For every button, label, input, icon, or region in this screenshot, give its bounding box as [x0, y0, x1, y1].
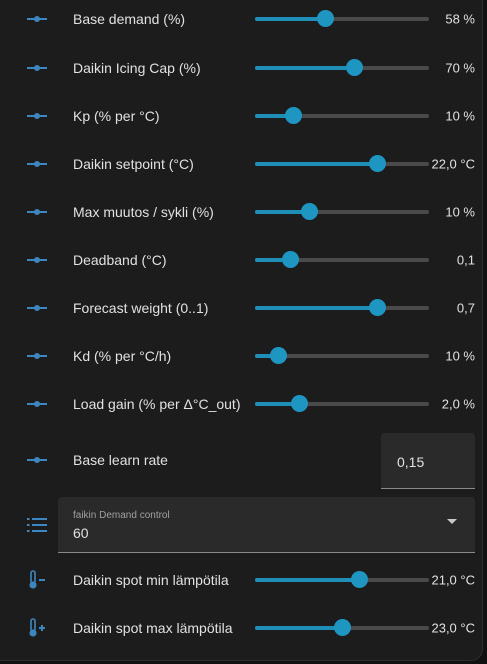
slider-value: 0,1: [456, 252, 475, 268]
daikin-icing-cap-slider[interactable]: [255, 58, 429, 78]
forecast-weight-slider[interactable]: [255, 298, 429, 318]
slider-label: Daikin spot max lämpötila: [73, 620, 233, 636]
slider-icon: [27, 113, 47, 119]
demand-control-label: faikin Demand control: [73, 510, 170, 521]
slider-thumb[interactable]: [316, 10, 334, 27]
slider-label: Deadband (°C): [73, 252, 167, 268]
slider-thumb[interactable]: [334, 619, 351, 636]
demand-control-select[interactable]: faikin Demand control 60: [58, 497, 475, 553]
slider-icon: [27, 353, 47, 359]
slider-thumb[interactable]: [285, 107, 303, 124]
base-demand-slider[interactable]: [255, 9, 429, 29]
max-muutos-slider[interactable]: [255, 202, 429, 222]
row-kp: Kp (% per °C) 10 %: [0, 92, 482, 140]
slider-thumb[interactable]: [300, 203, 318, 220]
base-learn-rate-input[interactable]: 0,15: [381, 433, 475, 489]
dropdown-arrow-icon: [447, 519, 457, 524]
slider-thumb[interactable]: [368, 155, 386, 172]
slider-icon: [27, 16, 47, 22]
base-learn-rate-label: Base learn rate: [73, 452, 168, 468]
slider-thumb[interactable]: [269, 347, 287, 364]
slider-label: Daikin spot min lämpötila: [73, 572, 229, 588]
format-list-icon: [27, 518, 47, 532]
slider-icon: [27, 457, 47, 463]
slider-label: Load gain (% per Δ°C_out): [73, 396, 241, 412]
slider-value: 22,0 °C: [431, 156, 475, 172]
slider-label: Forecast weight (0..1): [73, 300, 209, 316]
slider-value: 21,0 °C: [431, 572, 475, 588]
thermometer-plus-icon: [29, 618, 45, 637]
row-daikin-icing-cap: Daikin Icing Cap (%) 70 %: [0, 44, 482, 92]
row-load-gain: Load gain (% per Δ°C_out) 2,0 %: [0, 380, 482, 428]
slider-thumb[interactable]: [281, 251, 299, 268]
load-gain-slider[interactable]: [255, 394, 429, 414]
slider-label: Daikin setpoint (°C): [73, 156, 194, 172]
row-kd: Kd (% per °C/h) 10 %: [0, 332, 482, 380]
row-daikin-setpoint: Daikin setpoint (°C) 22,0 °C: [0, 140, 482, 188]
slider-icon: [27, 65, 47, 71]
slider-icon: [27, 161, 47, 167]
slider-thumb[interactable]: [290, 395, 308, 412]
slider-value: 10 %: [445, 108, 475, 124]
slider-icon: [27, 401, 47, 407]
daikin-setpoint-slider[interactable]: [255, 154, 429, 174]
slider-thumb[interactable]: [346, 59, 364, 76]
slider-label: Daikin Icing Cap (%): [73, 60, 201, 76]
thermometer-minus-icon: [29, 570, 45, 589]
slider-value: 2,0 %: [441, 396, 475, 412]
entities-card: Base demand (%) 58 % Daikin Icing Cap (%…: [0, 0, 483, 661]
row-spot-max: Daikin spot max lämpötila 23,0 °C: [0, 604, 482, 652]
slider-label: Max muutos / sykli (%): [73, 204, 214, 220]
slider-value: 10 %: [445, 204, 475, 220]
spot-max-slider[interactable]: [255, 618, 429, 638]
row-spot-min: Daikin spot min lämpötila 21,0 °C: [0, 556, 482, 604]
slider-icon: [27, 209, 47, 215]
demand-control-value: 60: [73, 525, 89, 541]
kp-slider[interactable]: [255, 106, 429, 126]
slider-thumb[interactable]: [351, 571, 369, 588]
slider-icon: [27, 257, 47, 263]
kd-slider[interactable]: [255, 346, 429, 366]
slider-label: Kp (% per °C): [73, 108, 160, 124]
row-base-demand: Base demand (%) 58 %: [0, 0, 482, 43]
row-deadband: Deadband (°C) 0,1: [0, 236, 482, 284]
spot-min-slider[interactable]: [255, 570, 429, 590]
slider-value: 70 %: [445, 60, 475, 76]
slider-value: 10 %: [445, 348, 475, 364]
slider-label: Kd (% per °C/h): [73, 348, 172, 364]
slider-thumb[interactable]: [368, 299, 386, 316]
deadband-slider[interactable]: [255, 250, 429, 270]
slider-icon: [27, 305, 47, 311]
slider-value: 23,0 °C: [431, 620, 475, 636]
row-max-muutos: Max muutos / sykli (%) 10 %: [0, 188, 482, 236]
slider-value: 0,7: [456, 300, 475, 316]
slider-label: Base demand (%): [73, 11, 186, 27]
base-learn-rate-value: 0,15: [397, 454, 425, 470]
slider-value: 58 %: [445, 11, 475, 27]
row-forecast-weight: Forecast weight (0..1) 0,7: [0, 284, 482, 332]
